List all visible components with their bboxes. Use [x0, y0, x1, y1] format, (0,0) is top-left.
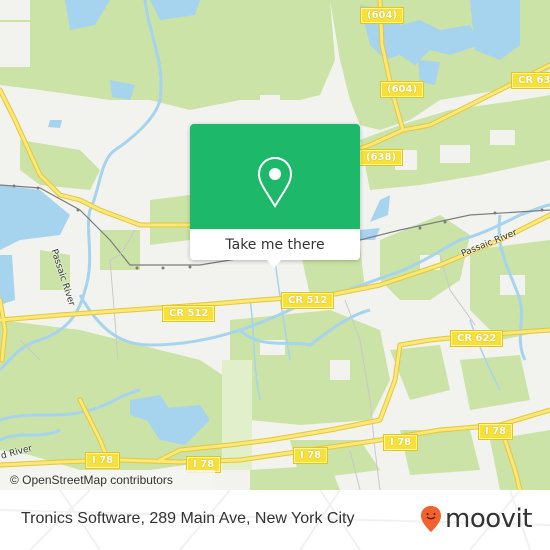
road-shield-cr622: CR 622	[451, 331, 503, 346]
location-address: Tronics Software, 289 Main Ave, New York…	[21, 510, 355, 527]
map-view[interactable]: (604) (604) CR 638 (638) CR 512 CR 512 C…	[0, 0, 550, 490]
road-shield-i78: I 78	[479, 424, 513, 439]
take-me-there-button[interactable]: Take me there	[190, 229, 360, 260]
road-shield-cr512: CR 512	[163, 306, 215, 321]
road-shield-i78: I 78	[384, 435, 418, 450]
road-shield-i78: I 78	[294, 448, 328, 463]
moovit-pin-icon	[421, 506, 441, 532]
road-shield-i78: I 78	[86, 453, 120, 468]
road-shield-604: (604)	[381, 82, 424, 97]
map-attribution[interactable]: © OpenStreetMap contributors	[0, 470, 215, 490]
location-popup: Take me there	[190, 124, 360, 268]
road-shield-638: (638)	[360, 150, 403, 165]
road-shield-cr638: CR 638	[512, 73, 550, 88]
location-pin-icon	[257, 156, 293, 208]
road-shield-cr512: CR 512	[282, 293, 334, 308]
popup-header	[190, 124, 360, 229]
moovit-wordmark: moovit	[445, 504, 532, 534]
moovit-logo[interactable]: moovit	[420, 501, 532, 537]
road-shield-604: (604)	[361, 8, 404, 23]
footer-bar: Tronics Software, 289 Main Ave, New York…	[0, 490, 550, 550]
popup-pointer	[267, 260, 281, 268]
